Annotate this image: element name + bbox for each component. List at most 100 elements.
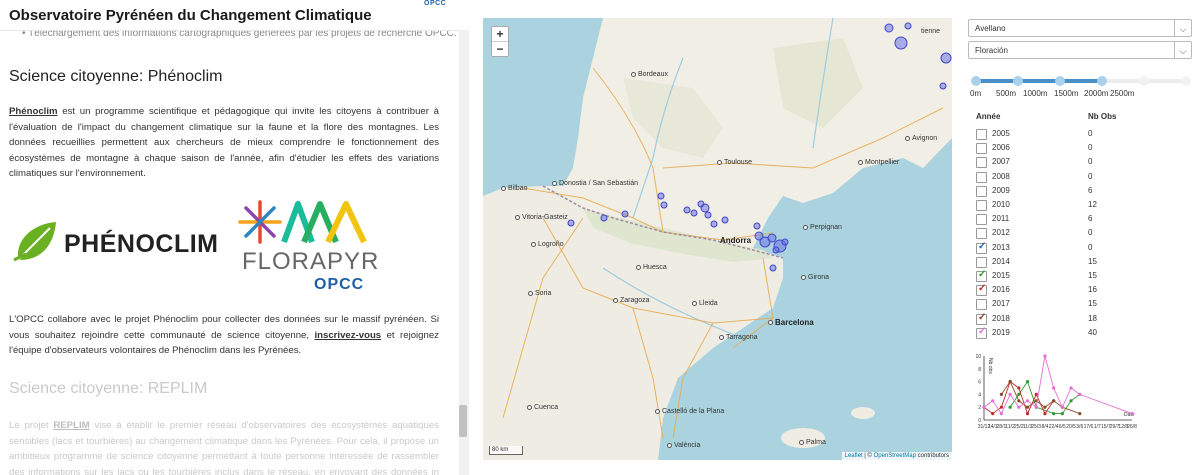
year-row[interactable]: ✓ 2019 40 (976, 326, 1176, 341)
florapyr-logo: FLORAPYR OPCC (238, 196, 378, 300)
city-label: Bilbao (501, 185, 527, 192)
opcc-logo[interactable]: OPCC (424, 0, 446, 7)
y-tick-label: 10 (975, 354, 981, 360)
checkmark-icon: ✓ (978, 269, 987, 280)
year-row[interactable]: ✓ 2015 15 (976, 269, 1176, 284)
altitude-label: 2000m (1084, 89, 1109, 98)
year-checkbox[interactable] (976, 214, 987, 226)
year-row[interactable]: 2010 12 (976, 199, 1176, 213)
replim-link[interactable]: REPLIM (53, 420, 89, 431)
year-checkbox[interactable] (976, 185, 987, 197)
observation-chart: 0246810Nb obsDate31/1214/128/1 11/2 25/2 11… (975, 354, 1137, 430)
data-point (1025, 405, 1030, 409)
city-label: Lleida (692, 300, 718, 307)
data-point (982, 405, 986, 409)
obs-count: 6 (1088, 214, 1093, 224)
year-row[interactable]: ✓ 2013 0 (976, 241, 1176, 256)
city-label: Girona (801, 274, 829, 281)
year-label: 2016 (992, 285, 1010, 295)
altitude-label: 1000m (1023, 89, 1048, 98)
city-label: Tarragona (719, 334, 758, 341)
observation-map[interactable]: Bordeaux Toulouse Montpellier Avignon Do… (483, 18, 952, 460)
florapyr-wordmark: FLORAPYR (242, 248, 380, 275)
data-point (1052, 399, 1056, 403)
zoom-in-button[interactable]: + (492, 27, 508, 41)
year-checkbox[interactable]: ✓ (976, 326, 987, 339)
year-checkbox[interactable]: ✓ (976, 311, 987, 325)
obs-count: 15 (1088, 299, 1097, 309)
year-row[interactable]: 2007 0 (976, 156, 1176, 170)
city-label: Vitoria-Gasteiz (515, 214, 568, 221)
year-checkbox[interactable] (976, 143, 987, 155)
year-row[interactable]: 2009 6 (976, 185, 1176, 199)
species-select[interactable]: Avellano ⌵ (968, 19, 1192, 37)
year-row[interactable]: 2011 6 (976, 213, 1176, 227)
year-row[interactable]: 2006 0 (976, 142, 1176, 156)
year-checkbox[interactable] (976, 157, 987, 169)
y-tick-label: 6 (978, 380, 981, 386)
florapyr-emblem-icon (238, 200, 367, 244)
year-checkbox[interactable] (976, 129, 987, 140)
year-checkbox[interactable]: ✓ (976, 241, 987, 254)
slider-step[interactable] (1181, 76, 1191, 86)
city-label-andorra: Andorra (720, 236, 752, 245)
data-point (1043, 405, 1047, 409)
x-tick-label: 20/5 (1066, 424, 1076, 430)
year-row[interactable]: ✓ 2016 16 (976, 283, 1176, 298)
x-tick-label: 1/7 (1094, 424, 1101, 430)
scrollbar-thumb[interactable] (459, 405, 467, 437)
city-label: Donostia / San Sebastián (552, 180, 638, 187)
year-checkbox[interactable] (976, 299, 987, 311)
city-label: Castelló de la Plana (655, 408, 724, 415)
map-attribution: Leaflet | © OpenStreetMap contributors (841, 452, 952, 460)
osm-link[interactable]: OpenStreetMap (874, 453, 916, 459)
leaflet-link[interactable]: Leaflet (845, 453, 863, 459)
obs-count: 18 (1088, 313, 1097, 323)
slider-step[interactable] (971, 76, 981, 86)
data-point (1060, 412, 1064, 416)
slider-step[interactable] (1013, 76, 1023, 86)
year-label: 2015 (992, 271, 1010, 280)
header-divider (0, 30, 460, 31)
altitude-label: 500m (996, 89, 1017, 98)
zoom-out-button[interactable]: − (492, 41, 508, 56)
data-point (1017, 405, 1021, 409)
year-row[interactable]: ✓ 2018 18 (976, 311, 1176, 327)
data-point (1069, 386, 1073, 390)
city-label: Huesca (636, 264, 667, 271)
obs-count: 6 (1088, 185, 1093, 195)
replim-description: Le projet REPLIM vise à établir le premi… (9, 420, 439, 475)
year-checkbox[interactable] (976, 171, 987, 183)
zoom-control: + − (491, 26, 509, 57)
obs-count: 15 (1088, 256, 1097, 266)
map-scale: 80 km (489, 446, 523, 455)
year-checkbox[interactable] (976, 200, 987, 211)
year-row[interactable]: 2014 15 (976, 256, 1176, 270)
year-label: 2010 (992, 200, 1010, 209)
year-checkbox[interactable] (976, 228, 987, 240)
year-row[interactable]: 2017 15 (976, 298, 1176, 312)
slider-step[interactable] (1055, 76, 1065, 86)
obs-count: 0 (1088, 228, 1093, 238)
slider-step[interactable] (1139, 76, 1149, 86)
phenophase-select[interactable]: Floración ⌵ (968, 41, 1192, 59)
city-label: València (667, 442, 700, 449)
year-checkbox[interactable]: ✓ (976, 269, 987, 282)
year-row[interactable]: 2005 0 (976, 128, 1176, 142)
slider-handle[interactable] (1097, 76, 1107, 86)
altitude-slider[interactable]: 0m 500m 1000m 1500m 2000m 2500m (970, 74, 1192, 104)
checkmark-icon: ✓ (978, 311, 987, 323)
year-row[interactable]: 2008 0 (976, 171, 1176, 185)
y-axis-label: Nb obs (987, 358, 993, 374)
phenoclim-link[interactable]: Phénoclim (9, 106, 58, 117)
obs-count: 0 (1088, 129, 1093, 138)
year-checkbox[interactable]: ✓ (976, 283, 987, 297)
data-point (991, 399, 995, 403)
data-point (1034, 392, 1038, 396)
register-link[interactable]: inscrivez-vous (314, 330, 381, 341)
city-label: Palma (799, 439, 826, 446)
city-label: Montpellier (858, 159, 899, 166)
year-row[interactable]: 2012 0 (976, 227, 1176, 241)
year-checkbox[interactable] (976, 256, 987, 268)
year-label: 2018 (992, 313, 1010, 323)
